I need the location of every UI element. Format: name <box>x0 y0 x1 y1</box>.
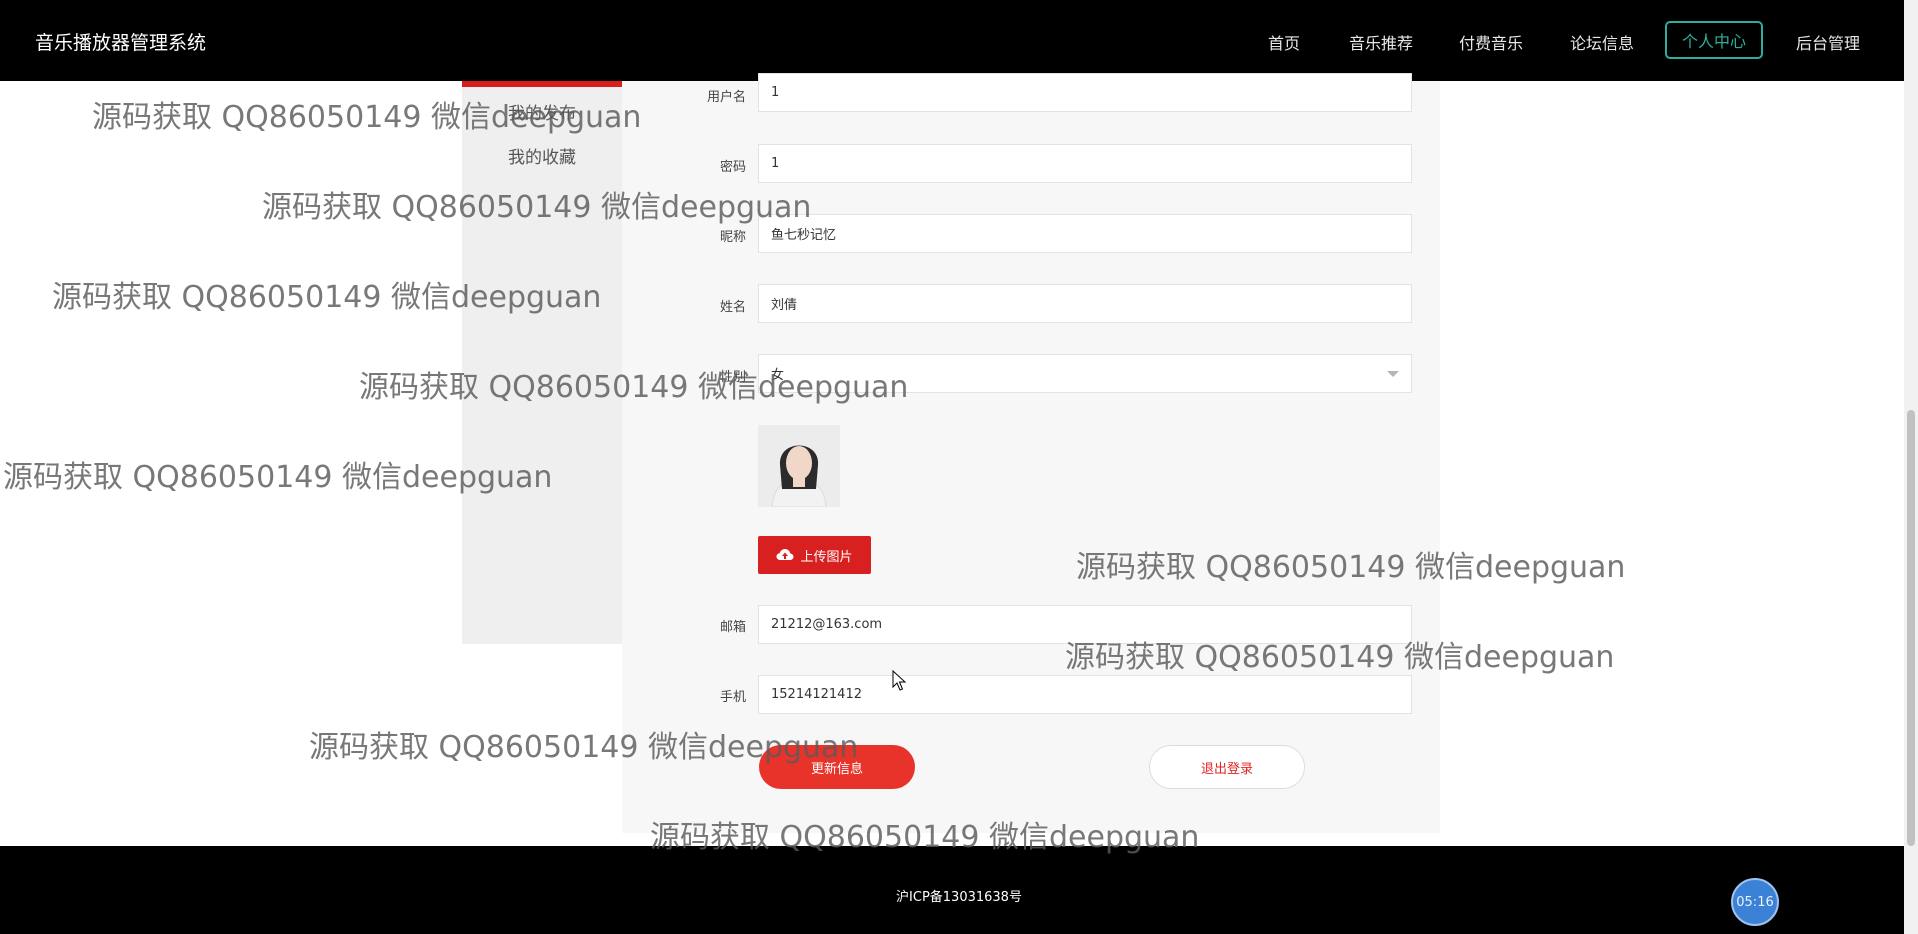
timer-badge[interactable]: 05:16 <box>1731 878 1779 926</box>
nickname-field[interactable]: 鱼七秒记忆 <box>758 214 1412 253</box>
nickname-label: 昵称 <box>719 230 746 245</box>
logout-button[interactable]: 退出登录 <box>1149 745 1305 789</box>
username-label: 用户名 <box>706 90 746 105</box>
phone-label: 手机 <box>719 690 746 705</box>
password-value: 1 <box>771 156 780 171</box>
icp-record[interactable]: 沪ICP备13031638号 <box>0 886 1918 905</box>
upload-image-button[interactable]: 上传图片 <box>758 536 871 574</box>
nickname-value: 鱼七秒记忆 <box>771 228 837 243</box>
nav-paid-music[interactable]: 付费音乐 <box>1459 30 1523 54</box>
gender-select[interactable]: 女 <box>758 354 1412 393</box>
password-label: 密码 <box>719 160 746 175</box>
sidebar-item-my-posts[interactable]: 我的发布 <box>462 99 622 124</box>
name-field[interactable]: 刘倩 <box>758 284 1412 323</box>
nav-home[interactable]: 首页 <box>1268 30 1300 54</box>
email-field[interactable]: 21212@163.com <box>758 605 1412 644</box>
nav-music-recommend[interactable]: 音乐推荐 <box>1349 30 1413 54</box>
phone-value: 15214121412 <box>771 687 862 702</box>
name-label: 姓名 <box>719 300 746 315</box>
upload-image-label: 上传图片 <box>800 549 853 565</box>
cloud-upload-icon <box>776 549 794 560</box>
chevron-down-icon <box>1387 371 1399 377</box>
name-value: 刘倩 <box>771 298 798 313</box>
email-label: 邮箱 <box>719 620 746 635</box>
nav-personal-center[interactable]: 个人中心 <box>1665 21 1763 59</box>
username-value: 1 <box>771 85 780 100</box>
gender-label: 性别 <box>719 370 746 385</box>
profile-form-panel <box>622 81 1440 833</box>
email-value: 21212@163.com <box>771 617 883 632</box>
mouse-cursor-icon <box>892 670 906 691</box>
nav-forum[interactable]: 论坛信息 <box>1570 30 1634 54</box>
sidebar-item-my-favorites[interactable]: 我的收藏 <box>462 143 622 168</box>
password-field[interactable]: 1 <box>758 144 1412 183</box>
avatar-photo <box>758 425 840 507</box>
phone-field[interactable]: 15214121412 <box>758 675 1412 714</box>
scrollbar-thumb[interactable] <box>1907 410 1915 846</box>
site-title[interactable]: 音乐播放器管理系统 <box>35 28 206 55</box>
username-field[interactable]: 1 <box>758 73 1412 112</box>
nav-admin[interactable]: 后台管理 <box>1796 30 1860 54</box>
sidebar-active-indicator <box>462 81 622 87</box>
update-info-button[interactable]: 更新信息 <box>759 745 915 789</box>
gender-value: 女 <box>771 368 785 383</box>
